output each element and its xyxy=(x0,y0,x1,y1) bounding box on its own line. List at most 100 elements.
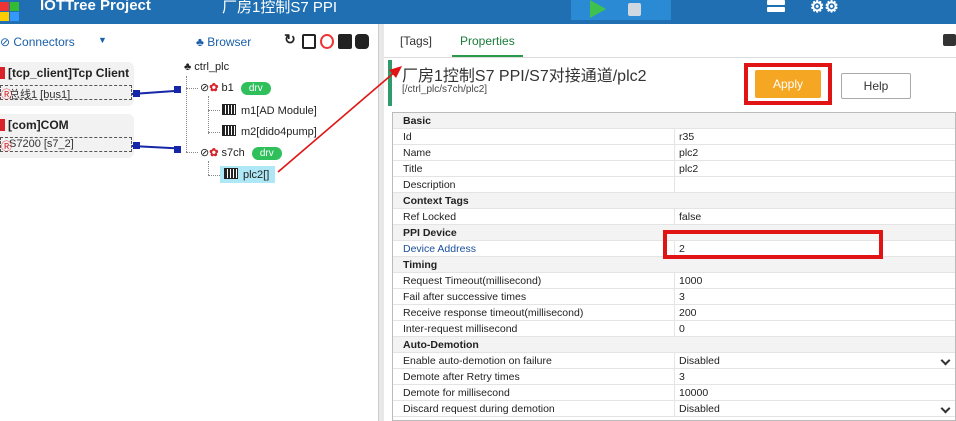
connector-title-text: [com]COM xyxy=(8,118,69,132)
wire-node xyxy=(133,142,140,149)
prop-value[interactable]: 0 xyxy=(674,321,955,336)
prop-key: Inter-request millisecond xyxy=(403,323,518,335)
prop-value[interactable]: plc2 xyxy=(674,161,955,176)
tree-item-s7ch[interactable]: ⊘✿ s7ch drv xyxy=(200,146,282,160)
tree-line xyxy=(208,161,209,175)
prop-value[interactable] xyxy=(674,177,955,192)
stop-circle-icon[interactable] xyxy=(320,34,334,49)
prop-row-id[interactable]: Id r35 xyxy=(393,129,955,145)
connector-panel: ⊘ Connectors ▼ ♣ Browser ↻ [tcp_client]T… xyxy=(0,24,378,421)
iottree-logo-icon xyxy=(0,2,22,24)
group-context-tags: Context Tags xyxy=(393,193,955,209)
tree-line xyxy=(186,88,198,89)
prop-row-demote-after[interactable]: Demote after Retry times 3 xyxy=(393,369,955,385)
prop-row-enable-demotion[interactable]: Enable auto-demotion on failure Disabled xyxy=(393,353,955,369)
group-label: Auto-Demotion xyxy=(403,339,479,351)
tab-properties[interactable]: Properties xyxy=(452,34,523,57)
connectors-label[interactable]: ⊘ Connectors xyxy=(0,35,75,49)
prop-value[interactable]: 10000 xyxy=(674,385,955,400)
prop-value[interactable]: 200 xyxy=(674,305,955,320)
database-icon[interactable] xyxy=(355,34,369,49)
prop-row-name[interactable]: Name plc2 xyxy=(393,145,955,161)
prop-row-title[interactable]: Title plc2 xyxy=(393,161,955,177)
enable-demotion-select[interactable]: Disabled xyxy=(674,353,955,368)
tree-line xyxy=(208,110,220,111)
stop-icon[interactable] xyxy=(628,3,641,16)
prop-row-fail-after[interactable]: Fail after successive times 3 xyxy=(393,289,955,305)
prop-key: Demote after Retry times xyxy=(403,371,520,383)
node-title: 厂房1控制S7 PPI/S7对接通道/plc2 xyxy=(402,68,647,85)
prop-value[interactable]: 3 xyxy=(674,369,955,384)
prop-key: Enable auto-demotion on failure xyxy=(403,355,552,367)
connector-com[interactable]: [com]COM Ⓡ S7200 [s7_2] xyxy=(0,114,134,158)
prop-value[interactable]: false xyxy=(674,209,955,224)
group-label: Context Tags xyxy=(403,195,469,207)
group-auto-demotion: Auto-Demotion xyxy=(393,337,955,353)
top-bar: IOTTree Project 厂房1控制S7 PPI ⚙⚙ xyxy=(0,0,956,24)
prop-row-request-timeout[interactable]: Request Timeout(millisecond) 1000 xyxy=(393,273,955,289)
prop-row-ref-locked[interactable]: Ref Locked false xyxy=(393,209,955,225)
prop-value[interactable]: 3 xyxy=(674,289,955,304)
prop-key: Fail after successive times xyxy=(403,291,527,303)
prop-row-demote-ms[interactable]: Demote for millisecond 10000 xyxy=(393,385,955,401)
tree-root[interactable]: ♣ ctrl_plc xyxy=(184,61,229,73)
gear-icon: ✿ xyxy=(209,147,219,159)
driver-badge: drv xyxy=(240,82,271,95)
channel-label: 总线1 [bus1] xyxy=(9,89,71,101)
discard-select[interactable]: Disabled xyxy=(674,401,955,416)
prop-key: Ref Locked xyxy=(403,211,457,223)
group-label: Timing xyxy=(403,259,438,271)
group-timing: Timing xyxy=(393,257,955,273)
prop-key: Request Timeout(millisecond) xyxy=(403,275,542,287)
tree-line xyxy=(208,132,220,133)
prop-key: Title xyxy=(403,163,423,175)
connector-channel[interactable]: Ⓡ 总线1 [bus1] xyxy=(0,85,132,101)
prop-row-description[interactable]: Description xyxy=(393,177,955,193)
connector-title-text: [tcp_client]Tcp Client xyxy=(8,66,130,80)
project-title: 厂房1控制S7 PPI xyxy=(222,0,338,16)
browser-button[interactable]: ♣ Browser xyxy=(196,35,251,49)
tree-item-label: plc2[] xyxy=(243,169,270,181)
collapse-icon[interactable] xyxy=(302,34,316,49)
prop-value[interactable]: plc2 xyxy=(674,145,955,160)
hierarchy-icon: ♣ xyxy=(184,61,192,73)
server-icon[interactable] xyxy=(767,0,785,16)
refresh-icon[interactable]: ↻ xyxy=(284,31,298,47)
node-header: 厂房1控制S7 PPI/S7对接通道/plc2 [/ctrl_plc/s7ch/… xyxy=(388,60,952,106)
module-icon xyxy=(222,104,236,115)
help-button[interactable]: Help xyxy=(841,73,911,99)
wire-node xyxy=(174,146,181,153)
tree-line xyxy=(186,152,198,153)
connector-channel[interactable]: Ⓡ S7200 [s7_2] xyxy=(0,137,132,153)
app-title: IOTTree Project xyxy=(40,0,151,14)
prop-key: Name xyxy=(403,147,432,159)
connector-tcp-client[interactable]: [tcp_client]Tcp Client Ⓡ 总线1 [bus1] xyxy=(0,62,134,106)
tree-item-b1[interactable]: ⊘✿ b1 drv xyxy=(200,81,271,95)
driver-badge: drv xyxy=(251,147,282,160)
node-path: [/ctrl_plc/s7ch/plc2] xyxy=(402,84,488,95)
group-label: PPI Device xyxy=(403,227,457,239)
prop-key: Description xyxy=(403,179,456,191)
prop-row-discard[interactable]: Discard request during demotion Disabled xyxy=(393,401,955,417)
tree-line xyxy=(208,96,209,134)
prop-row-inter-request[interactable]: Inter-request millisecond 0 xyxy=(393,321,955,337)
hierarchy-icon: ♣ xyxy=(196,35,204,49)
prop-value[interactable]: 1000 xyxy=(674,273,955,288)
tree-item-m1[interactable]: m1[AD Module] xyxy=(222,104,317,117)
channel-label: S7200 [s7_2] xyxy=(9,138,74,150)
list-icon[interactable] xyxy=(338,34,352,49)
tree-item-m2[interactable]: m2[dido4pump] xyxy=(222,125,317,138)
app-window: IOTTree Project 厂房1控制S7 PPI ⚙⚙ ⊘ Connect… xyxy=(0,0,956,421)
gears-icon[interactable]: ⚙⚙ xyxy=(810,0,839,17)
browser-label: Browser xyxy=(207,35,252,49)
print-icon[interactable] xyxy=(943,34,956,46)
property-grid: Basic Id r35 Name plc2 Title plc2 Descripti… xyxy=(392,112,956,421)
caret-down-icon[interactable]: ▼ xyxy=(98,35,107,45)
device-address-highlight-box xyxy=(663,230,883,259)
tree-item-plc2[interactable]: plc2[] xyxy=(220,166,276,183)
play-icon[interactable] xyxy=(590,0,606,18)
gear-icon: ✿ xyxy=(209,82,219,94)
prop-row-receive-timeout[interactable]: Receive response timeout(millisecond) 200 xyxy=(393,305,955,321)
prop-key: Device Address xyxy=(403,243,476,255)
tab-tags[interactable]: [Tags] xyxy=(400,34,432,48)
